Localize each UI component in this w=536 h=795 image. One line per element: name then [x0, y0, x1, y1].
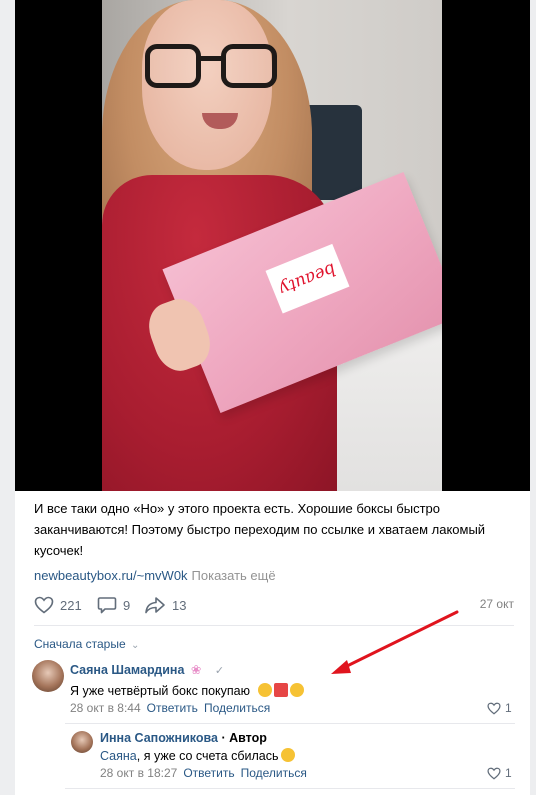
post-date[interactable]: 27 окт	[480, 597, 514, 611]
post-actions: 221 9 13 27 окт	[34, 595, 514, 615]
comment-author-name: Саяна Шамардина	[70, 663, 185, 677]
avatar[interactable]	[71, 731, 93, 753]
divider	[65, 788, 515, 789]
comments-sort-dropdown[interactable]: Сначала старые ⌄	[34, 637, 139, 651]
comment-text-body: , я уже со счета сбилась	[136, 749, 279, 763]
video-person-glasses	[145, 44, 277, 88]
author-badge: · Автор	[221, 731, 267, 745]
sweat-smile-emoji-icon	[280, 748, 295, 762]
share-count: 13	[172, 597, 187, 613]
reply-button[interactable]: Ответить	[147, 701, 198, 715]
comment-text: Я уже четвёртый бокс покупаю	[70, 683, 304, 698]
share-comment-button[interactable]: Поделиться	[241, 766, 307, 780]
comments-sort-label: Сначала старые	[34, 637, 126, 651]
comment-author[interactable]: Саяна Шамардина ❀ ✓	[70, 662, 224, 677]
reply-to-link[interactable]: Саяна	[100, 749, 137, 763]
comment-author-name: Инна Сапожникова	[100, 731, 218, 745]
comment-like-button[interactable]: 1	[487, 766, 512, 780]
divider	[34, 625, 514, 626]
chevron-down-icon: ⌄	[131, 640, 140, 651]
video-person-face	[142, 0, 277, 170]
heart-icon	[487, 702, 501, 715]
comment-count: 9	[123, 597, 131, 613]
post-link-row: newbeautybox.ru/~mvW0k Показать ещё	[34, 568, 276, 583]
gift-emoji-icon	[273, 683, 288, 697]
comment-icon	[97, 597, 117, 614]
heart-icon	[487, 767, 501, 780]
heart-icon	[34, 596, 54, 614]
share-button[interactable]: 13	[144, 595, 186, 615]
comment-like-count: 1	[505, 766, 512, 780]
comment-button[interactable]: 9	[97, 595, 130, 615]
post-text: И все таки одно «Но» у этого проекта ест…	[34, 501, 486, 558]
comment-text: Саяна, я уже со счета сбилась	[100, 748, 295, 763]
gift-badge-icon: ❀	[190, 663, 202, 677]
like-count: 221	[60, 597, 82, 613]
comment-meta: 28 окт в 18:27 Ответить Поделиться	[100, 766, 307, 780]
post-video[interactable]: beauty	[15, 0, 530, 491]
comment-date[interactable]: 28 окт в 18:27	[100, 766, 177, 780]
comment-like-button[interactable]: 1	[487, 701, 512, 715]
comment-author[interactable]: Инна Сапожникова · Автор	[100, 731, 267, 745]
like-button[interactable]: 221	[34, 595, 82, 615]
share-comment-button[interactable]: Поделиться	[204, 701, 270, 715]
reply-button[interactable]: Ответить	[183, 766, 234, 780]
smile-emoji-icon	[257, 683, 272, 697]
comment-text-body: Я уже четвёртый бокс покупаю	[70, 684, 251, 698]
share-arrow-icon	[145, 597, 165, 614]
comment-like-count: 1	[505, 701, 512, 715]
avatar[interactable]	[32, 660, 64, 692]
check-icon: ✓	[214, 665, 225, 677]
wink-emoji-icon	[289, 683, 304, 697]
box-logo: beauty	[265, 243, 350, 314]
post-card: beauty И все таки одно «Но» у этого прое…	[15, 0, 530, 795]
show-more-link[interactable]: Показать ещё	[192, 568, 276, 583]
video-frame: beauty	[102, 0, 442, 491]
divider	[65, 723, 515, 724]
post-link[interactable]: newbeautybox.ru/~mvW0k	[34, 568, 188, 583]
video-person-mouth	[202, 113, 238, 129]
comment-date[interactable]: 28 окт в 8:44	[70, 701, 141, 715]
comment-meta: 28 окт в 8:44 Ответить Поделиться	[70, 701, 270, 715]
